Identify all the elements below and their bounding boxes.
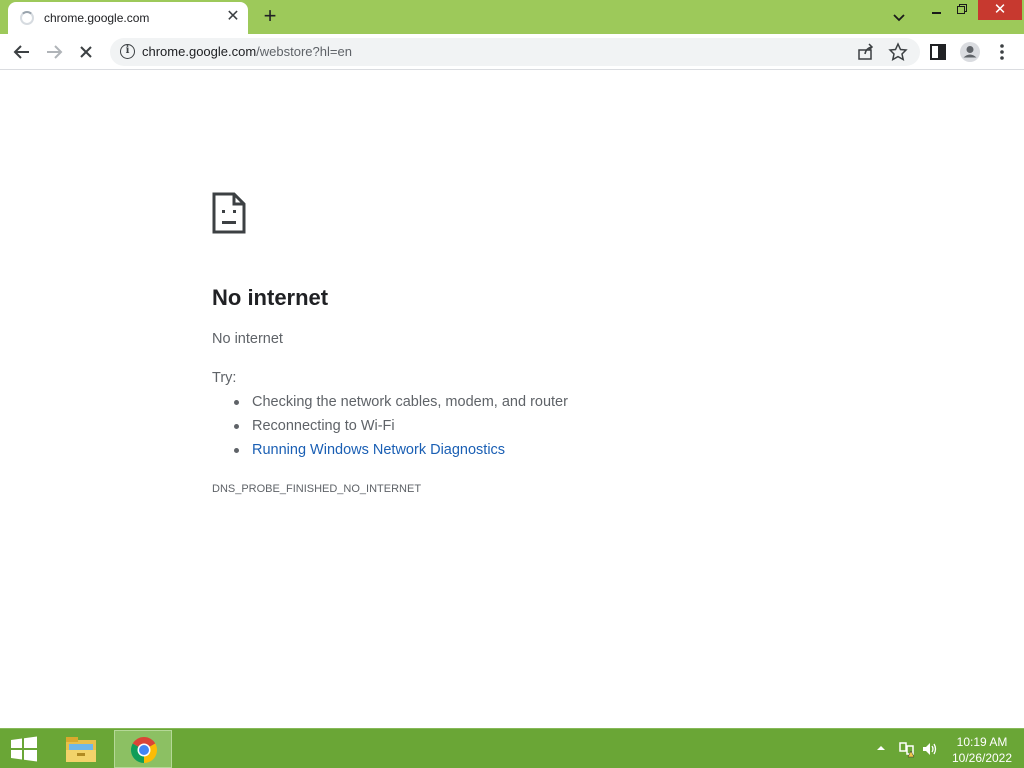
suggestions-list: Checking the network cables, modem, and … — [232, 393, 568, 465]
chrome-taskbar-button[interactable] — [114, 730, 172, 768]
sad-page-icon — [212, 192, 246, 234]
browser-toolbar: i chrome.google.com/webstore?hl=en — [0, 34, 1024, 70]
network-warning-icon[interactable] — [898, 740, 916, 758]
clock-time: 10:19 AM — [956, 735, 1008, 749]
volume-icon[interactable] — [921, 740, 939, 758]
back-arrow-icon[interactable] — [10, 40, 34, 64]
error-subtitle: No internet — [212, 331, 283, 347]
loading-spinner-icon — [20, 11, 34, 25]
bookmark-star-icon[interactable] — [887, 41, 909, 63]
more-menu-icon[interactable] — [990, 40, 1014, 64]
stop-loading-icon[interactable] — [74, 40, 98, 64]
system-clock[interactable]: 10:19 AM 10/26/2022 — [942, 734, 1022, 766]
error-page: No internet No internet Try: Checking th… — [0, 71, 1024, 728]
side-panel-icon[interactable] — [926, 40, 950, 64]
window-close-button[interactable]: ✕ — [978, 0, 1022, 20]
show-hidden-icons-icon[interactable] — [876, 743, 886, 753]
error-code: DNS_PROBE_FINISHED_NO_INTERNET — [212, 483, 422, 495]
file-explorer-icon[interactable] — [62, 733, 100, 765]
forward-arrow-icon[interactable] — [42, 40, 66, 64]
window-minimize-button[interactable] — [924, 0, 948, 22]
suggestion-item: Checking the network cables, modem, and … — [232, 393, 568, 417]
share-icon[interactable] — [855, 41, 877, 63]
network-diagnostics-link[interactable]: Running Windows Network Diagnostics — [232, 441, 568, 465]
tab-close-button[interactable]: ✕ — [224, 8, 242, 26]
error-title: No internet — [212, 285, 329, 310]
url-host: chrome.google.com — [142, 44, 257, 59]
suggestion-item: Reconnecting to Wi-Fi — [232, 417, 568, 441]
new-tab-button[interactable]: + — [258, 4, 282, 28]
profile-avatar-icon[interactable] — [958, 40, 982, 64]
tab-strip: chrome.google.com ✕ + ✕ — [0, 0, 1024, 34]
address-bar[interactable]: i chrome.google.com/webstore?hl=en — [110, 38, 920, 66]
url-text[interactable]: chrome.google.com/webstore?hl=en — [142, 44, 352, 59]
try-label: Try: — [212, 370, 237, 386]
url-path: /webstore?hl=en — [256, 44, 352, 59]
windows-start-icon[interactable] — [8, 735, 40, 763]
taskbar: 10:19 AM 10/26/2022 — [0, 728, 1024, 768]
tab-search-chevron-icon[interactable] — [888, 6, 910, 28]
tab-title: chrome.google.com — [44, 11, 150, 25]
site-info-icon[interactable]: i — [120, 44, 135, 59]
chrome-logo-icon — [130, 737, 158, 763]
clock-date: 10/26/2022 — [951, 751, 1013, 765]
window-restore-button[interactable] — [950, 0, 974, 22]
browser-tab[interactable]: chrome.google.com ✕ — [8, 2, 248, 34]
